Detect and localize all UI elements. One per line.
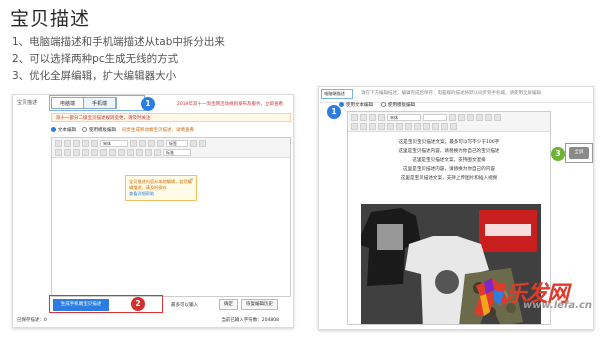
char-limit-text: 最多可以输入 — [171, 303, 198, 308]
align-center-icon[interactable] — [64, 149, 71, 156]
font-color-icon[interactable] — [190, 140, 197, 147]
cut-icon[interactable] — [369, 114, 376, 121]
indent-icon[interactable] — [91, 149, 98, 156]
bold-icon[interactable] — [130, 140, 137, 147]
fullscreen-button[interactable]: 全屏 — [569, 147, 589, 159]
undo-icon[interactable] — [55, 140, 62, 147]
underline-icon[interactable] — [467, 114, 474, 121]
copy-icon[interactable] — [82, 140, 89, 147]
link-icon[interactable] — [396, 123, 403, 130]
char-count: 当前已输入字符数：204808 — [221, 318, 279, 323]
bullet-item: 3、优化全屏编辑，扩大编辑器大小 — [12, 70, 177, 82]
align-left-icon[interactable] — [55, 149, 62, 156]
content-line: 这里是宝贝描述文案，支持图文混排 — [412, 158, 486, 163]
close-icon[interactable]: × — [190, 177, 194, 183]
style-select[interactable]: 标签 — [166, 140, 188, 147]
font-select[interactable]: 宋体 — [100, 140, 128, 147]
align-center-icon[interactable] — [360, 123, 367, 130]
step-badge: 3 — [551, 147, 565, 161]
notice-link[interactable]: 2019年双十一淘宝网活动规则发布及服务，立即查看 — [177, 101, 283, 107]
underline-icon[interactable] — [148, 140, 155, 147]
emoji-icon[interactable] — [423, 123, 430, 130]
list-icon[interactable] — [378, 123, 385, 130]
bg-color-icon[interactable] — [199, 140, 206, 147]
undo-icon[interactable] — [351, 114, 358, 121]
radio-dot — [51, 127, 56, 132]
table-icon[interactable] — [414, 123, 421, 130]
radio-template-edit[interactable]: 使用模板编辑 — [381, 102, 415, 108]
editor-header: 请在下方编辑描述，编辑完成后保存，电脑端的描述将默认同步到手机端。请使用全屏编辑 — [319, 87, 593, 103]
image-icon[interactable] — [109, 149, 116, 156]
confirm-button[interactable]: 确定 — [219, 299, 238, 310]
indent-icon[interactable] — [387, 123, 394, 130]
radio-template-edit[interactable]: 使用模板编辑 — [82, 127, 116, 133]
content-line: 这里是宝贝描述内容，请替换为你自己的内容 — [403, 167, 495, 172]
bold-icon[interactable] — [449, 114, 456, 121]
bullet-list: 1、电脑端描述和手机端描述从tab中拆分出来 2、可以选择两种pc生成无线的方式… — [12, 34, 225, 85]
font-select[interactable]: 宋体 — [387, 114, 421, 121]
description-content: 这是宝贝宝贝描述文案，最多可以写不少于100字 这里是宝贝描述内容，请替换为你自… — [348, 138, 550, 183]
italic-icon[interactable] — [139, 140, 146, 147]
code-icon[interactable] — [145, 149, 152, 156]
step-badge: 2 — [131, 297, 145, 311]
bg-color-icon[interactable] — [494, 114, 501, 121]
fullscreen-icon[interactable] — [450, 123, 457, 130]
notice-banner: 双十一部分二级宝贝描述规则变更，请及时关注 — [51, 113, 291, 122]
edit-mode-radios: 文本编辑 使用模板编辑 同步生成移动端宝贝描述，详情查看 — [51, 125, 291, 135]
cut-icon[interactable] — [73, 140, 80, 147]
video-icon[interactable] — [432, 123, 439, 130]
watermark-url: www.lefa.cn — [522, 300, 592, 311]
bullet-item: 2、可以选择两种pc生成无线的方式 — [12, 53, 179, 65]
radio-text-edit[interactable]: 使用文本编辑 — [339, 102, 373, 108]
content-line: 这里是宝贝描述文案，支持上传图片和插入视频 — [400, 176, 498, 181]
edit-mode-radios: 使用文本编辑 使用模板编辑 — [339, 102, 415, 108]
video-icon[interactable] — [136, 149, 143, 156]
bullet-item: 1、电脑端描述和手机端描述从tab中拆分出来 — [12, 36, 225, 48]
size-select[interactable] — [423, 114, 447, 121]
paste-icon[interactable] — [91, 140, 98, 147]
image-icon[interactable] — [405, 123, 412, 130]
redo-icon[interactable] — [64, 140, 71, 147]
strikethrough-icon[interactable] — [476, 114, 483, 121]
italic-icon[interactable] — [458, 114, 465, 121]
saved-count: 已保存描述：0 — [17, 318, 47, 323]
step-badge: 1 — [141, 97, 155, 111]
watermark-horse-logo — [474, 278, 508, 316]
strikethrough-icon[interactable] — [157, 140, 164, 147]
tip-link[interactable]: 查看详细帮助 — [129, 191, 193, 197]
tab-pc-description[interactable]: 电脑端描述 — [321, 89, 353, 99]
code-icon[interactable] — [441, 123, 448, 130]
tip-text: 宝贝描述内容从本地编辑，若您编辑描述，请及时保存 — [129, 179, 192, 190]
editor-toolbar: 宋体 标签 标准 — [52, 138, 290, 158]
fullscreen-icon[interactable] — [154, 149, 161, 156]
radio-dot — [82, 127, 87, 132]
editor-toolbar: 宋体 — [348, 112, 550, 132]
highlight-frame-tabs — [49, 95, 145, 111]
format-select[interactable]: 标准 — [163, 149, 191, 156]
restore-history-button[interactable]: 恢复编辑历史 — [241, 299, 278, 310]
content-line: 这是宝贝宝贝描述文案，最多可以写不少于100字 — [398, 140, 500, 145]
radio-text-edit[interactable]: 文本编辑 — [51, 127, 76, 133]
emoji-icon[interactable] — [127, 149, 134, 156]
header-text: 请在下方编辑描述，编辑完成后保存，电脑端的描述将默认同步到手机端。请使用全屏编辑 — [361, 91, 541, 96]
left-editor-screenshot: 宝贝描述 电脑端 手机端 1 2019年双十一淘宝网活动规则发布及服务，立即查看… — [12, 94, 294, 328]
content-line: 这里是宝贝描述内容，请替换为你自己的宝贝描述 — [398, 149, 500, 154]
table-icon[interactable] — [118, 149, 125, 156]
radio-hint: 同步生成移动端宝贝描述，详情查看 — [122, 128, 194, 133]
slide-title: 宝贝描述 — [10, 8, 91, 30]
list-icon[interactable] — [82, 149, 89, 156]
font-color-icon[interactable] — [485, 114, 492, 121]
align-right-icon[interactable] — [73, 149, 80, 156]
link-icon[interactable] — [100, 149, 107, 156]
generate-mobile-button[interactable]: 生成手机端宝贝描述 — [53, 299, 109, 311]
radio-dot — [381, 102, 386, 107]
align-left-icon[interactable] — [351, 123, 358, 130]
description-label: 宝贝描述 — [17, 100, 38, 106]
radio-dot — [339, 102, 344, 107]
copy-icon[interactable] — [378, 114, 385, 121]
tip-popup: × 宝贝描述内容从本地编辑，若您编辑描述，请及时保存 查看详细帮助 — [125, 175, 197, 201]
rich-text-editor[interactable]: 宋体 标签 标准 — [51, 137, 291, 297]
redo-icon[interactable] — [360, 114, 367, 121]
align-right-icon[interactable] — [369, 123, 376, 130]
